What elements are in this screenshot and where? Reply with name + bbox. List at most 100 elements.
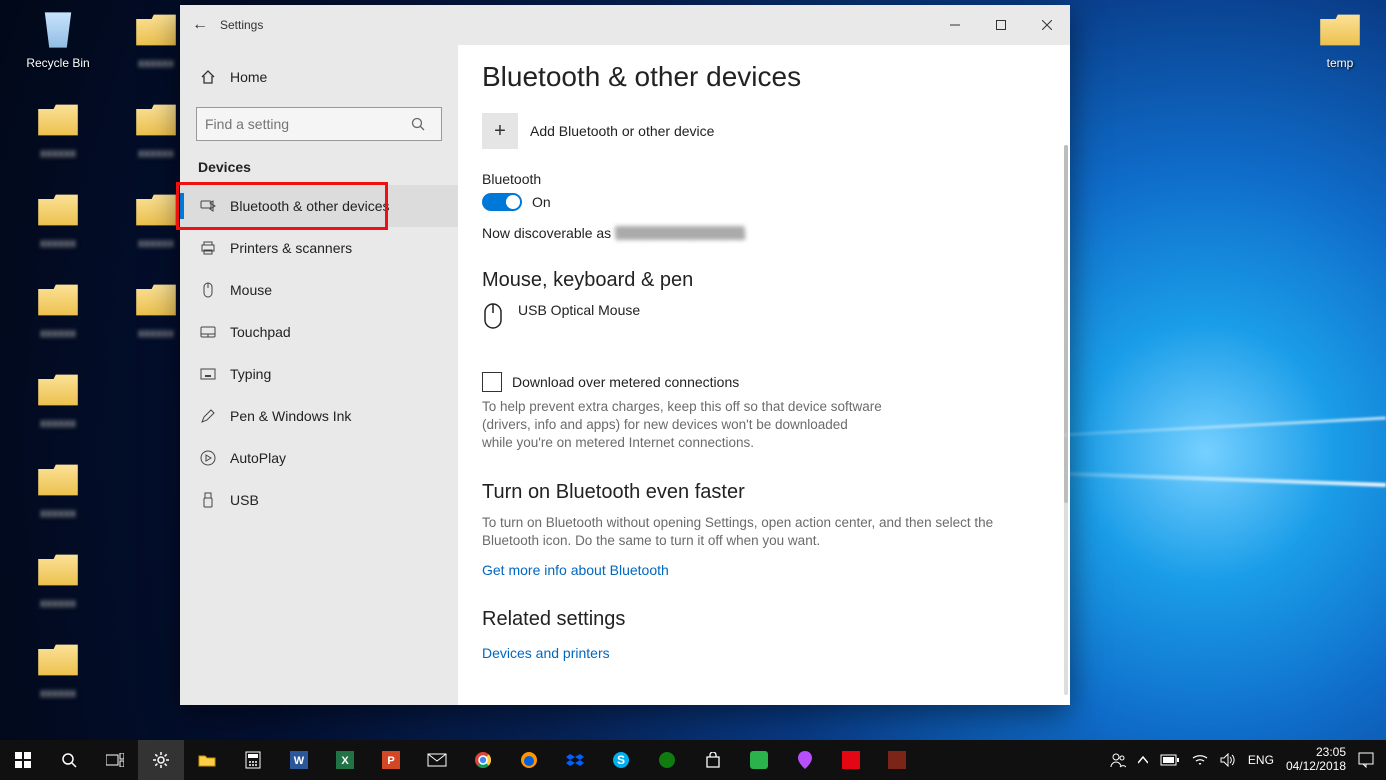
tray-network[interactable] [1186, 740, 1214, 780]
tray-notifications[interactable] [1352, 740, 1380, 780]
folder-icon [36, 188, 80, 232]
taskbar-avira[interactable] [828, 740, 874, 780]
bluetooth-info-link[interactable]: Get more info about Bluetooth [482, 562, 669, 578]
folder-icon [134, 8, 178, 52]
sidebar-item-label: AutoPlay [230, 450, 286, 466]
windows-icon [15, 752, 31, 768]
tray-battery[interactable] [1154, 740, 1186, 780]
clock-date: 04/12/2018 [1286, 760, 1346, 774]
desktop-icon[interactable]: xxxxxx [20, 98, 96, 160]
taskbar-app2[interactable] [782, 740, 828, 780]
scroll-thumb[interactable] [1064, 145, 1068, 503]
taskbar-chrome[interactable] [460, 740, 506, 780]
desktop-icon-label: temp [1327, 56, 1354, 70]
tray-people[interactable] [1104, 740, 1132, 780]
sidebar-item-usb[interactable]: USB [180, 479, 458, 521]
search-box[interactable] [196, 107, 442, 141]
sidebar-item-pen[interactable]: Pen & Windows Ink [180, 395, 458, 437]
desktop-icon-label: xxxxxx [40, 236, 76, 250]
close-button[interactable] [1024, 5, 1070, 45]
search-input[interactable] [197, 116, 411, 132]
checkbox-icon [482, 372, 502, 392]
dropbox-icon [566, 752, 584, 768]
sidebar-item-touchpad[interactable]: Touchpad [180, 311, 458, 353]
devices-section-heading: Mouse, keyboard & pen [482, 269, 1046, 292]
folder-icon [36, 458, 80, 502]
taskbar-skype[interactable]: S [598, 740, 644, 780]
start-button[interactable] [0, 740, 46, 780]
taskbar-powerpoint[interactable]: P [368, 740, 414, 780]
sidebar-item-label: Touchpad [230, 324, 291, 340]
add-device-button[interactable]: + Add Bluetooth or other device [482, 113, 1046, 149]
folder-icon [1318, 8, 1362, 52]
devices-printers-link[interactable]: Devices and printers [482, 645, 610, 661]
sidebar-item-mouse[interactable]: Mouse [180, 269, 458, 311]
taskbar-app1[interactable] [736, 740, 782, 780]
sidebar-item-label: Bluetooth & other devices [230, 198, 390, 214]
tray-clock[interactable]: 23:05 04/12/2018 [1280, 740, 1352, 780]
maximize-button[interactable] [978, 5, 1024, 45]
taskbar-calculator[interactable] [230, 740, 276, 780]
mail-icon [427, 753, 447, 767]
home-nav[interactable]: Home [180, 57, 458, 97]
taskbar-dropbox[interactable] [552, 740, 598, 780]
folder-icon [36, 548, 80, 592]
skype-icon: S [612, 751, 630, 769]
titlebar[interactable]: ← Settings [180, 5, 1070, 45]
desktop-icon[interactable]: Recycle Bin [20, 8, 96, 70]
desktop-icon[interactable]: xxxxxx [20, 458, 96, 520]
volume-icon [1220, 753, 1236, 767]
desktop-icon[interactable]: xxxxxx [20, 548, 96, 610]
minimize-button[interactable] [932, 5, 978, 45]
tray-overflow[interactable] [1132, 740, 1154, 780]
folder-icon [36, 98, 80, 142]
sidebar-item-printer[interactable]: Printers & scanners [180, 227, 458, 269]
taskbar-settings[interactable] [138, 740, 184, 780]
taskbar-excel[interactable]: X [322, 740, 368, 780]
tray-volume[interactable] [1214, 740, 1242, 780]
back-button[interactable]: ← [180, 16, 220, 34]
faster-body: To turn on Bluetooth without opening Set… [482, 514, 1042, 550]
tray-language[interactable]: ENG [1242, 740, 1280, 780]
desktop-icon[interactable]: xxxxxx [20, 278, 96, 340]
related-heading: Related settings [482, 608, 1046, 631]
desktop-icon[interactable]: xxxxxx [20, 368, 96, 430]
mouse-icon [198, 282, 218, 298]
taskbar-word[interactable]: W [276, 740, 322, 780]
search-taskbar[interactable] [46, 740, 92, 780]
desktop-icon-label: xxxxxx [138, 236, 174, 250]
search-icon [411, 117, 441, 131]
taskbar-app3[interactable] [874, 740, 920, 780]
folder-icon [134, 188, 178, 232]
taskbar-explorer[interactable] [184, 740, 230, 780]
desktop-icon[interactable]: xxxxxx [20, 638, 96, 700]
maximize-icon [996, 20, 1006, 30]
taskbar-xbox[interactable] [644, 740, 690, 780]
sidebar-item-label: USB [230, 492, 259, 508]
taskview-icon [106, 753, 124, 767]
desktop-icon[interactable]: xxxxxx [20, 188, 96, 250]
task-view[interactable] [92, 740, 138, 780]
desktop[interactable]: Recycle Bin xxxxxx temp xxxxxx xxxxxx xxxxxx x… [0, 0, 1386, 780]
sidebar-item-keyboard[interactable]: Typing [180, 353, 458, 395]
scrollbar[interactable] [1064, 145, 1068, 695]
add-device-label: Add Bluetooth or other device [530, 123, 714, 139]
taskbar-store[interactable] [690, 740, 736, 780]
usb-icon [198, 492, 218, 508]
folder-icon [36, 638, 80, 682]
sidebar-item-bt[interactable]: Bluetooth & other devices [180, 185, 458, 227]
touchpad-icon [198, 324, 218, 340]
window-title: Settings [220, 18, 263, 32]
minimize-icon [950, 20, 960, 30]
bluetooth-toggle[interactable]: On [482, 193, 1046, 211]
desktop-icon[interactable]: temp [1302, 8, 1378, 70]
sidebar-item-label: Pen & Windows Ink [230, 408, 351, 424]
metered-checkbox[interactable]: Download over metered connections [482, 372, 1046, 392]
sidebar-item-autoplay[interactable]: AutoPlay [180, 437, 458, 479]
taskbar-mail[interactable] [414, 740, 460, 780]
desktop-icon-label: xxxxxx [138, 146, 174, 160]
taskbar-firefox[interactable] [506, 740, 552, 780]
close-icon [1042, 20, 1052, 30]
device-item[interactable]: USB Optical Mouse [482, 302, 1046, 332]
printer-icon [198, 240, 218, 256]
